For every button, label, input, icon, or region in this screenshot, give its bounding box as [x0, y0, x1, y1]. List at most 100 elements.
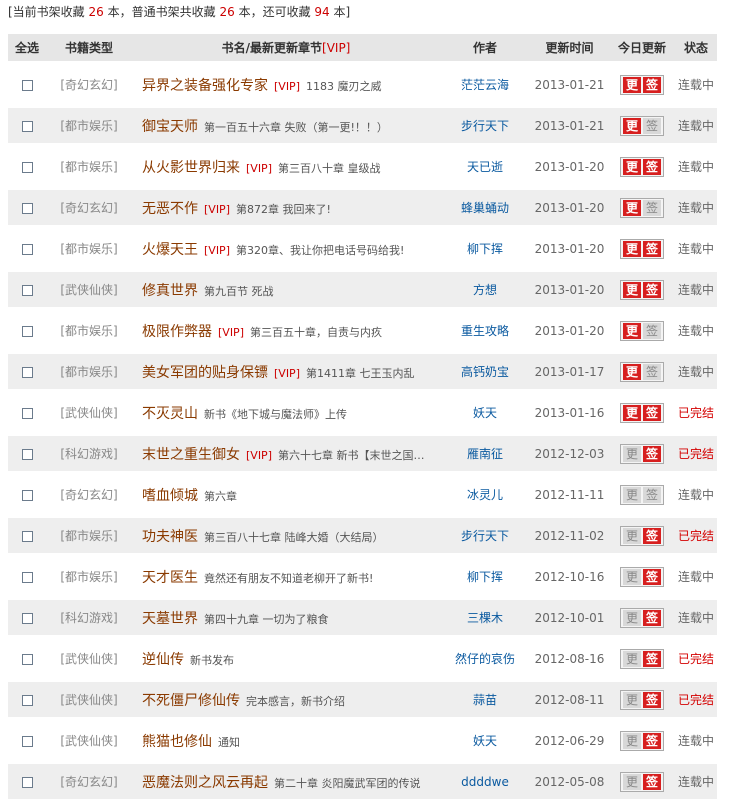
update-button[interactable]: 更: [623, 158, 641, 175]
update-button[interactable]: 更: [623, 732, 641, 749]
row-checkbox[interactable]: [21, 489, 33, 501]
author-link[interactable]: 重生攻略: [440, 322, 530, 339]
book-title-link[interactable]: 恶魔法则之风云再起: [142, 775, 268, 791]
book-title-link[interactable]: 不灭灵山: [142, 406, 198, 422]
book-title-link[interactable]: 火爆天王: [142, 242, 198, 258]
author-link[interactable]: 然仔的哀伤: [440, 650, 530, 667]
book-title-link[interactable]: 末世之重生御女: [142, 447, 240, 463]
update-button[interactable]: 更: [623, 691, 641, 708]
book-title-link[interactable]: 功夫神医: [142, 529, 198, 545]
sign-button[interactable]: 签: [643, 322, 661, 339]
author-link[interactable]: 柳下挥: [440, 568, 530, 585]
update-button[interactable]: 更: [623, 322, 641, 339]
row-checkbox[interactable]: [21, 530, 33, 542]
latest-chapter-link[interactable]: 第320章、我让你把电话号码给我!: [236, 244, 404, 257]
latest-chapter-link[interactable]: 竟然还有朋友不知道老柳开了新书!: [204, 572, 373, 585]
book-title-link[interactable]: 修真世界: [142, 283, 198, 299]
book-title-link[interactable]: 异界之装备强化专家: [142, 78, 268, 94]
update-button[interactable]: 更: [623, 650, 641, 667]
select-all-header[interactable]: 全选: [8, 39, 46, 56]
author-link[interactable]: 天已逝: [440, 158, 530, 175]
sign-button[interactable]: 签: [643, 240, 661, 257]
latest-chapter-link[interactable]: 新书《地下城与魔法师》上传: [204, 408, 347, 421]
row-checkbox[interactable]: [21, 612, 33, 624]
update-button[interactable]: 更: [623, 609, 641, 626]
sign-button[interactable]: 签: [643, 363, 661, 380]
update-button[interactable]: 更: [623, 527, 641, 544]
update-button[interactable]: 更: [623, 445, 641, 462]
row-checkbox[interactable]: [21, 161, 33, 173]
update-button[interactable]: 更: [623, 773, 641, 790]
sign-button[interactable]: 签: [643, 650, 661, 667]
sign-button[interactable]: 签: [643, 281, 661, 298]
latest-chapter-link[interactable]: 第六十七章 新书【末世之国…: [278, 449, 425, 462]
book-title-link[interactable]: 天才医生: [142, 570, 198, 586]
sign-button[interactable]: 签: [643, 486, 661, 503]
book-title-link[interactable]: 熊猫也修仙: [142, 734, 212, 750]
latest-chapter-link[interactable]: 第三百八十七章 陆峰大婚（大结局）: [204, 531, 384, 544]
row-checkbox[interactable]: [21, 325, 33, 337]
author-link[interactable]: 妖天: [440, 732, 530, 749]
latest-chapter-link[interactable]: 第三百八十章 皇级战: [278, 162, 381, 175]
latest-chapter-link[interactable]: 第二十章 炎阳魔武军团的传说: [274, 777, 421, 790]
latest-chapter-link[interactable]: 第六章: [204, 490, 237, 503]
author-link[interactable]: 方想: [440, 281, 530, 298]
book-title-link[interactable]: 美女军团的贴身保镖: [142, 365, 268, 381]
row-checkbox[interactable]: [21, 366, 33, 378]
sign-button[interactable]: 签: [643, 199, 661, 216]
sign-button[interactable]: 签: [643, 76, 661, 93]
update-button[interactable]: 更: [623, 76, 641, 93]
book-title-link[interactable]: 从火影世界归来: [142, 160, 240, 176]
sign-button[interactable]: 签: [643, 158, 661, 175]
author-link[interactable]: ddddwe: [440, 775, 530, 789]
author-link[interactable]: 茫茫云海: [440, 76, 530, 93]
update-button[interactable]: 更: [623, 199, 641, 216]
author-link[interactable]: 蒜苗: [440, 691, 530, 708]
row-checkbox[interactable]: [21, 653, 33, 665]
row-checkbox[interactable]: [21, 284, 33, 296]
book-title-link[interactable]: 极限作弊器: [142, 324, 212, 340]
book-title-link[interactable]: 天墓世界: [142, 611, 198, 627]
latest-chapter-link[interactable]: 第一百五十六章 失败（第一更!！！）: [204, 121, 388, 134]
author-link[interactable]: 步行天下: [440, 117, 530, 134]
book-title-link[interactable]: 嗜血倾城: [142, 488, 198, 504]
row-checkbox[interactable]: [21, 407, 33, 419]
sign-button[interactable]: 签: [643, 568, 661, 585]
sign-button[interactable]: 签: [643, 445, 661, 462]
author-link[interactable]: 高钙奶宝: [440, 363, 530, 380]
book-title-link[interactable]: 无恶不作: [142, 201, 198, 217]
row-checkbox[interactable]: [21, 694, 33, 706]
row-checkbox[interactable]: [21, 735, 33, 747]
row-checkbox[interactable]: [21, 120, 33, 132]
latest-chapter-link[interactable]: 完本感言，新书介绍: [246, 695, 345, 708]
row-checkbox[interactable]: [21, 448, 33, 460]
update-button[interactable]: 更: [623, 117, 641, 134]
row-checkbox[interactable]: [21, 571, 33, 583]
sign-button[interactable]: 签: [643, 404, 661, 421]
update-button[interactable]: 更: [623, 240, 641, 257]
sign-button[interactable]: 签: [643, 117, 661, 134]
row-checkbox[interactable]: [21, 202, 33, 214]
row-checkbox[interactable]: [21, 243, 33, 255]
author-link[interactable]: 三棵木: [440, 609, 530, 626]
latest-chapter-link[interactable]: 第四十九章 一切为了粮食: [204, 613, 329, 626]
latest-chapter-link[interactable]: 第872章 我回来了!: [236, 203, 331, 216]
sign-button[interactable]: 签: [643, 527, 661, 544]
author-link[interactable]: 妖天: [440, 404, 530, 421]
sign-button[interactable]: 签: [643, 773, 661, 790]
update-button[interactable]: 更: [623, 363, 641, 380]
row-checkbox[interactable]: [21, 776, 33, 788]
latest-chapter-link[interactable]: 第九百节 死战: [204, 285, 274, 298]
update-button[interactable]: 更: [623, 281, 641, 298]
author-link[interactable]: 步行天下: [440, 527, 530, 544]
book-title-link[interactable]: 御宝天师: [142, 119, 198, 135]
update-button[interactable]: 更: [623, 486, 641, 503]
book-title-link[interactable]: 不死僵尸修仙传: [142, 693, 240, 709]
latest-chapter-link[interactable]: 新书发布: [190, 654, 234, 667]
author-link[interactable]: 冰灵儿: [440, 486, 530, 503]
latest-chapter-link[interactable]: 第三百五十章，自责与内疚: [250, 326, 382, 339]
latest-chapter-link[interactable]: 第1411章 七王玉内乱: [306, 367, 415, 380]
book-title-link[interactable]: 逆仙传: [142, 652, 184, 668]
latest-chapter-link[interactable]: 1183 魔刃之威: [306, 80, 382, 93]
update-button[interactable]: 更: [623, 568, 641, 585]
